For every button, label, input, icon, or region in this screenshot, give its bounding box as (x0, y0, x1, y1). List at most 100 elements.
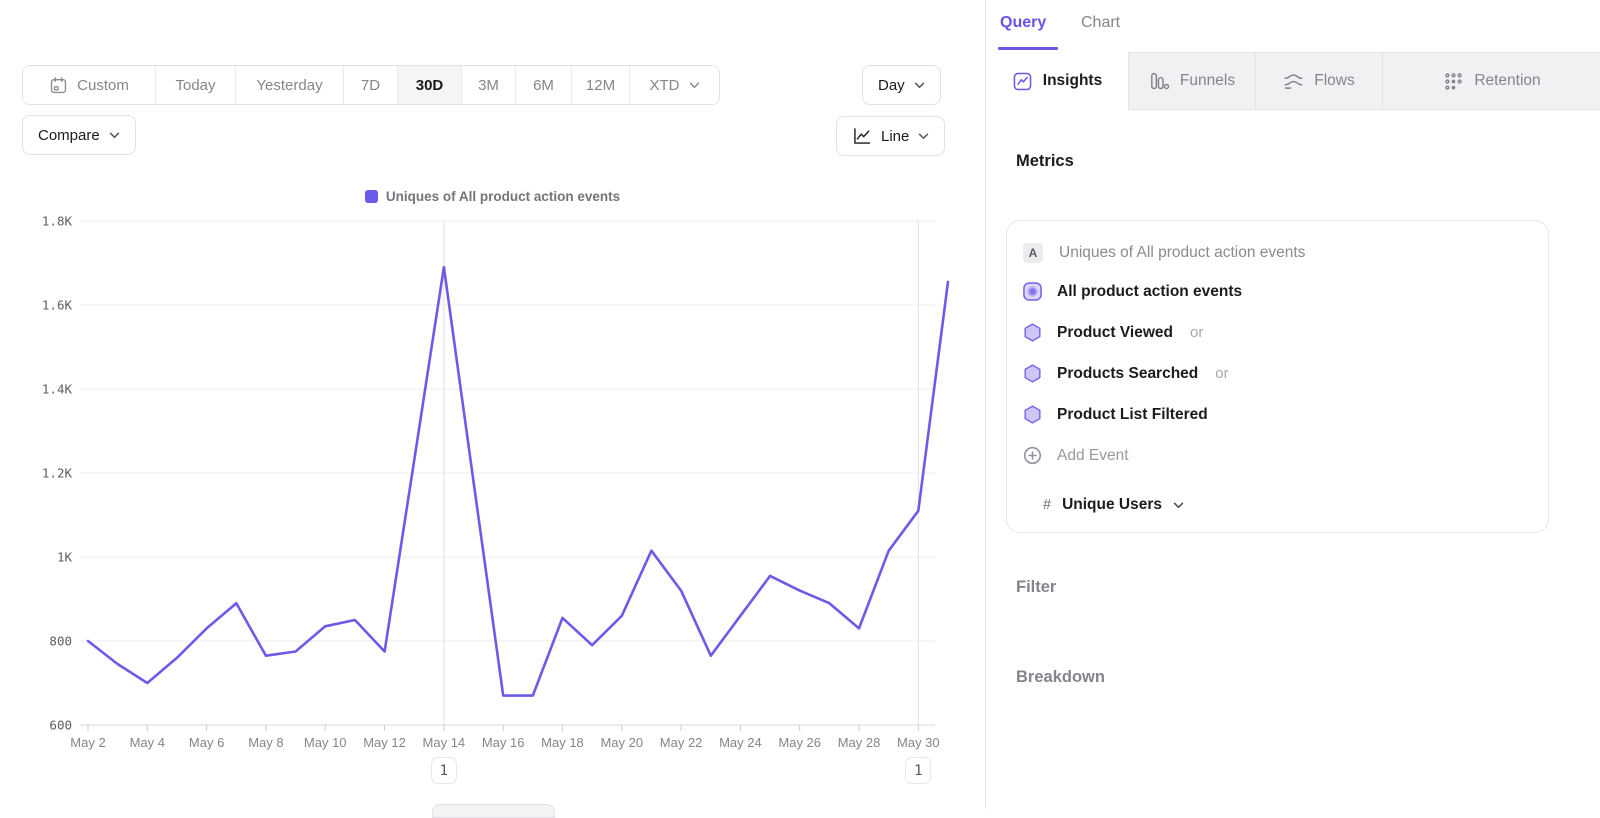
tab-query[interactable]: Query (1000, 14, 1046, 32)
event-operator: or (1215, 365, 1228, 382)
svg-text:May 22: May 22 (660, 735, 703, 750)
filter-title: Filter (1016, 578, 1056, 597)
gridlines (80, 221, 935, 725)
active-tab-underline (998, 47, 1058, 50)
event-list: All product action events Product Viewed o… (1007, 271, 1548, 435)
svg-text:May 26: May 26 (778, 735, 821, 750)
report-tab-label: Insights (1043, 72, 1102, 90)
event-name: Product Viewed (1057, 324, 1173, 342)
range-button-3m[interactable]: 3M (462, 66, 516, 104)
range-label: 12M (586, 77, 615, 94)
svg-text:1.6K: 1.6K (42, 298, 73, 313)
event-row[interactable]: Product Viewed or (1007, 312, 1548, 353)
svg-text:May 4: May 4 (130, 735, 165, 750)
metric-group-row[interactable]: A Uniques of All product action events (1007, 235, 1548, 271)
annotation-badge[interactable]: 1 (905, 757, 931, 784)
chart-legend: Uniques of All product action events (0, 189, 985, 204)
range-label: 7D (361, 77, 380, 94)
event-operator: or (1190, 324, 1203, 341)
svg-text:May 14: May 14 (423, 735, 466, 750)
report-tab-label: Retention (1474, 72, 1540, 90)
legend-label: Uniques of All product action events (386, 189, 620, 204)
range-button-custom[interactable]: Custom (23, 66, 156, 104)
aggregation-dropdown[interactable]: # Unique Users (1007, 490, 1548, 520)
range-label: 3M (478, 77, 499, 94)
metric-group-title: Uniques of All product action events (1059, 244, 1305, 262)
compare-dropdown[interactable]: Compare (22, 115, 136, 155)
add-circle-icon (1023, 446, 1042, 465)
svg-text:May 24: May 24 (719, 735, 762, 750)
aggregation-label: Unique Users (1062, 496, 1162, 514)
svg-text:May 20: May 20 (600, 735, 643, 750)
svg-text:1.2K: 1.2K (42, 466, 73, 481)
svg-text:800: 800 (49, 634, 72, 649)
range-button-30d[interactable]: 30D (398, 66, 462, 104)
event-row[interactable]: All product action events (1007, 271, 1548, 312)
x-axis: May 2May 4May 6May 8May 10May 12May 14Ma… (70, 725, 939, 750)
range-button-xtd[interactable]: XTD (630, 66, 719, 104)
retention-icon (1443, 71, 1464, 92)
svg-text:1.8K: 1.8K (42, 214, 73, 229)
metrics-title: Metrics (1016, 152, 1074, 171)
svg-text:1K: 1K (57, 550, 73, 565)
report-tab-insights[interactable]: Insights (986, 52, 1128, 110)
date-range-group: CustomTodayYesterday 7D 30D 3M 6M 12M XTD (22, 65, 720, 105)
flows-icon (1283, 71, 1304, 92)
y-axis: 600 800 1K 1.2K 1.4K 1.6K 1.8K (42, 214, 73, 733)
svg-text:May 8: May 8 (248, 735, 283, 750)
chevron-down-icon (918, 133, 929, 140)
annotation-badge[interactable]: 1 (431, 757, 457, 784)
range-button-today[interactable]: Today (156, 66, 236, 104)
event-name: All product action events (1057, 283, 1242, 301)
event-row[interactable]: Product List Filtered (1007, 394, 1548, 435)
svg-text:1.4K: 1.4K (42, 382, 73, 397)
event-row[interactable]: Products Searched or (1007, 353, 1548, 394)
range-button-6m[interactable]: 6M (516, 66, 572, 104)
svg-text:May 16: May 16 (482, 735, 525, 750)
legend-swatch (365, 190, 378, 203)
chevron-down-icon (914, 82, 925, 89)
insights-icon (1012, 71, 1033, 92)
report-type-tabs: Insights Funnels Flows Retention (986, 52, 1600, 110)
granularity-dropdown[interactable]: Day (862, 65, 941, 105)
chevron-down-icon (109, 132, 120, 139)
add-event-button[interactable]: Add Event (1007, 435, 1548, 476)
range-label: 30D (416, 77, 444, 94)
compare-label: Compare (38, 127, 100, 144)
report-tab-label: Funnels (1180, 72, 1235, 90)
event-hexagon-icon (1023, 364, 1042, 383)
chart-type-label: Line (881, 128, 909, 145)
svg-text:May 28: May 28 (838, 735, 881, 750)
report-tab-label: Flows (1314, 72, 1354, 90)
svg-text:May 30: May 30 (897, 735, 940, 750)
chart-type-dropdown[interactable]: Line (836, 116, 945, 156)
metrics-header: Metrics (1016, 152, 1519, 171)
range-button-7d[interactable]: 7D (344, 66, 398, 104)
tab-chart[interactable]: Chart (1081, 14, 1120, 32)
range-button-yesterday[interactable]: Yesterday (236, 66, 344, 104)
add-event-label: Add Event (1057, 447, 1129, 465)
report-tab-funnels[interactable]: Funnels (1128, 52, 1255, 110)
funnels-icon (1149, 71, 1170, 92)
metric-letter-badge: A (1023, 243, 1043, 263)
event-hexagon-icon (1023, 405, 1042, 424)
breakdown-title: Breakdown (1016, 668, 1105, 687)
event-name: Product List Filtered (1057, 406, 1208, 424)
bottom-partial-widget[interactable] (432, 804, 555, 818)
number-symbol: # (1043, 497, 1051, 513)
range-button-12m[interactable]: 12M (572, 66, 630, 104)
filter-section: Filter (1016, 578, 1519, 597)
chevron-down-icon (1173, 502, 1184, 509)
svg-text:600: 600 (49, 718, 72, 733)
range-label: XTD (650, 77, 680, 94)
report-tab-flows[interactable]: Flows (1255, 52, 1382, 110)
granularity-label: Day (878, 77, 905, 94)
range-label: 6M (533, 77, 554, 94)
event-name: Products Searched (1057, 365, 1198, 383)
report-tab-retention[interactable]: Retention (1382, 52, 1600, 110)
svg-text:May 18: May 18 (541, 735, 584, 750)
event-hexagon-icon (1023, 323, 1042, 342)
report-canvas: 6008001K1.2K1.4K1.6K1.8KMay 2May 4May 6M… (0, 0, 985, 809)
line-chart-icon (852, 126, 872, 146)
svg-text:May 12: May 12 (363, 735, 406, 750)
